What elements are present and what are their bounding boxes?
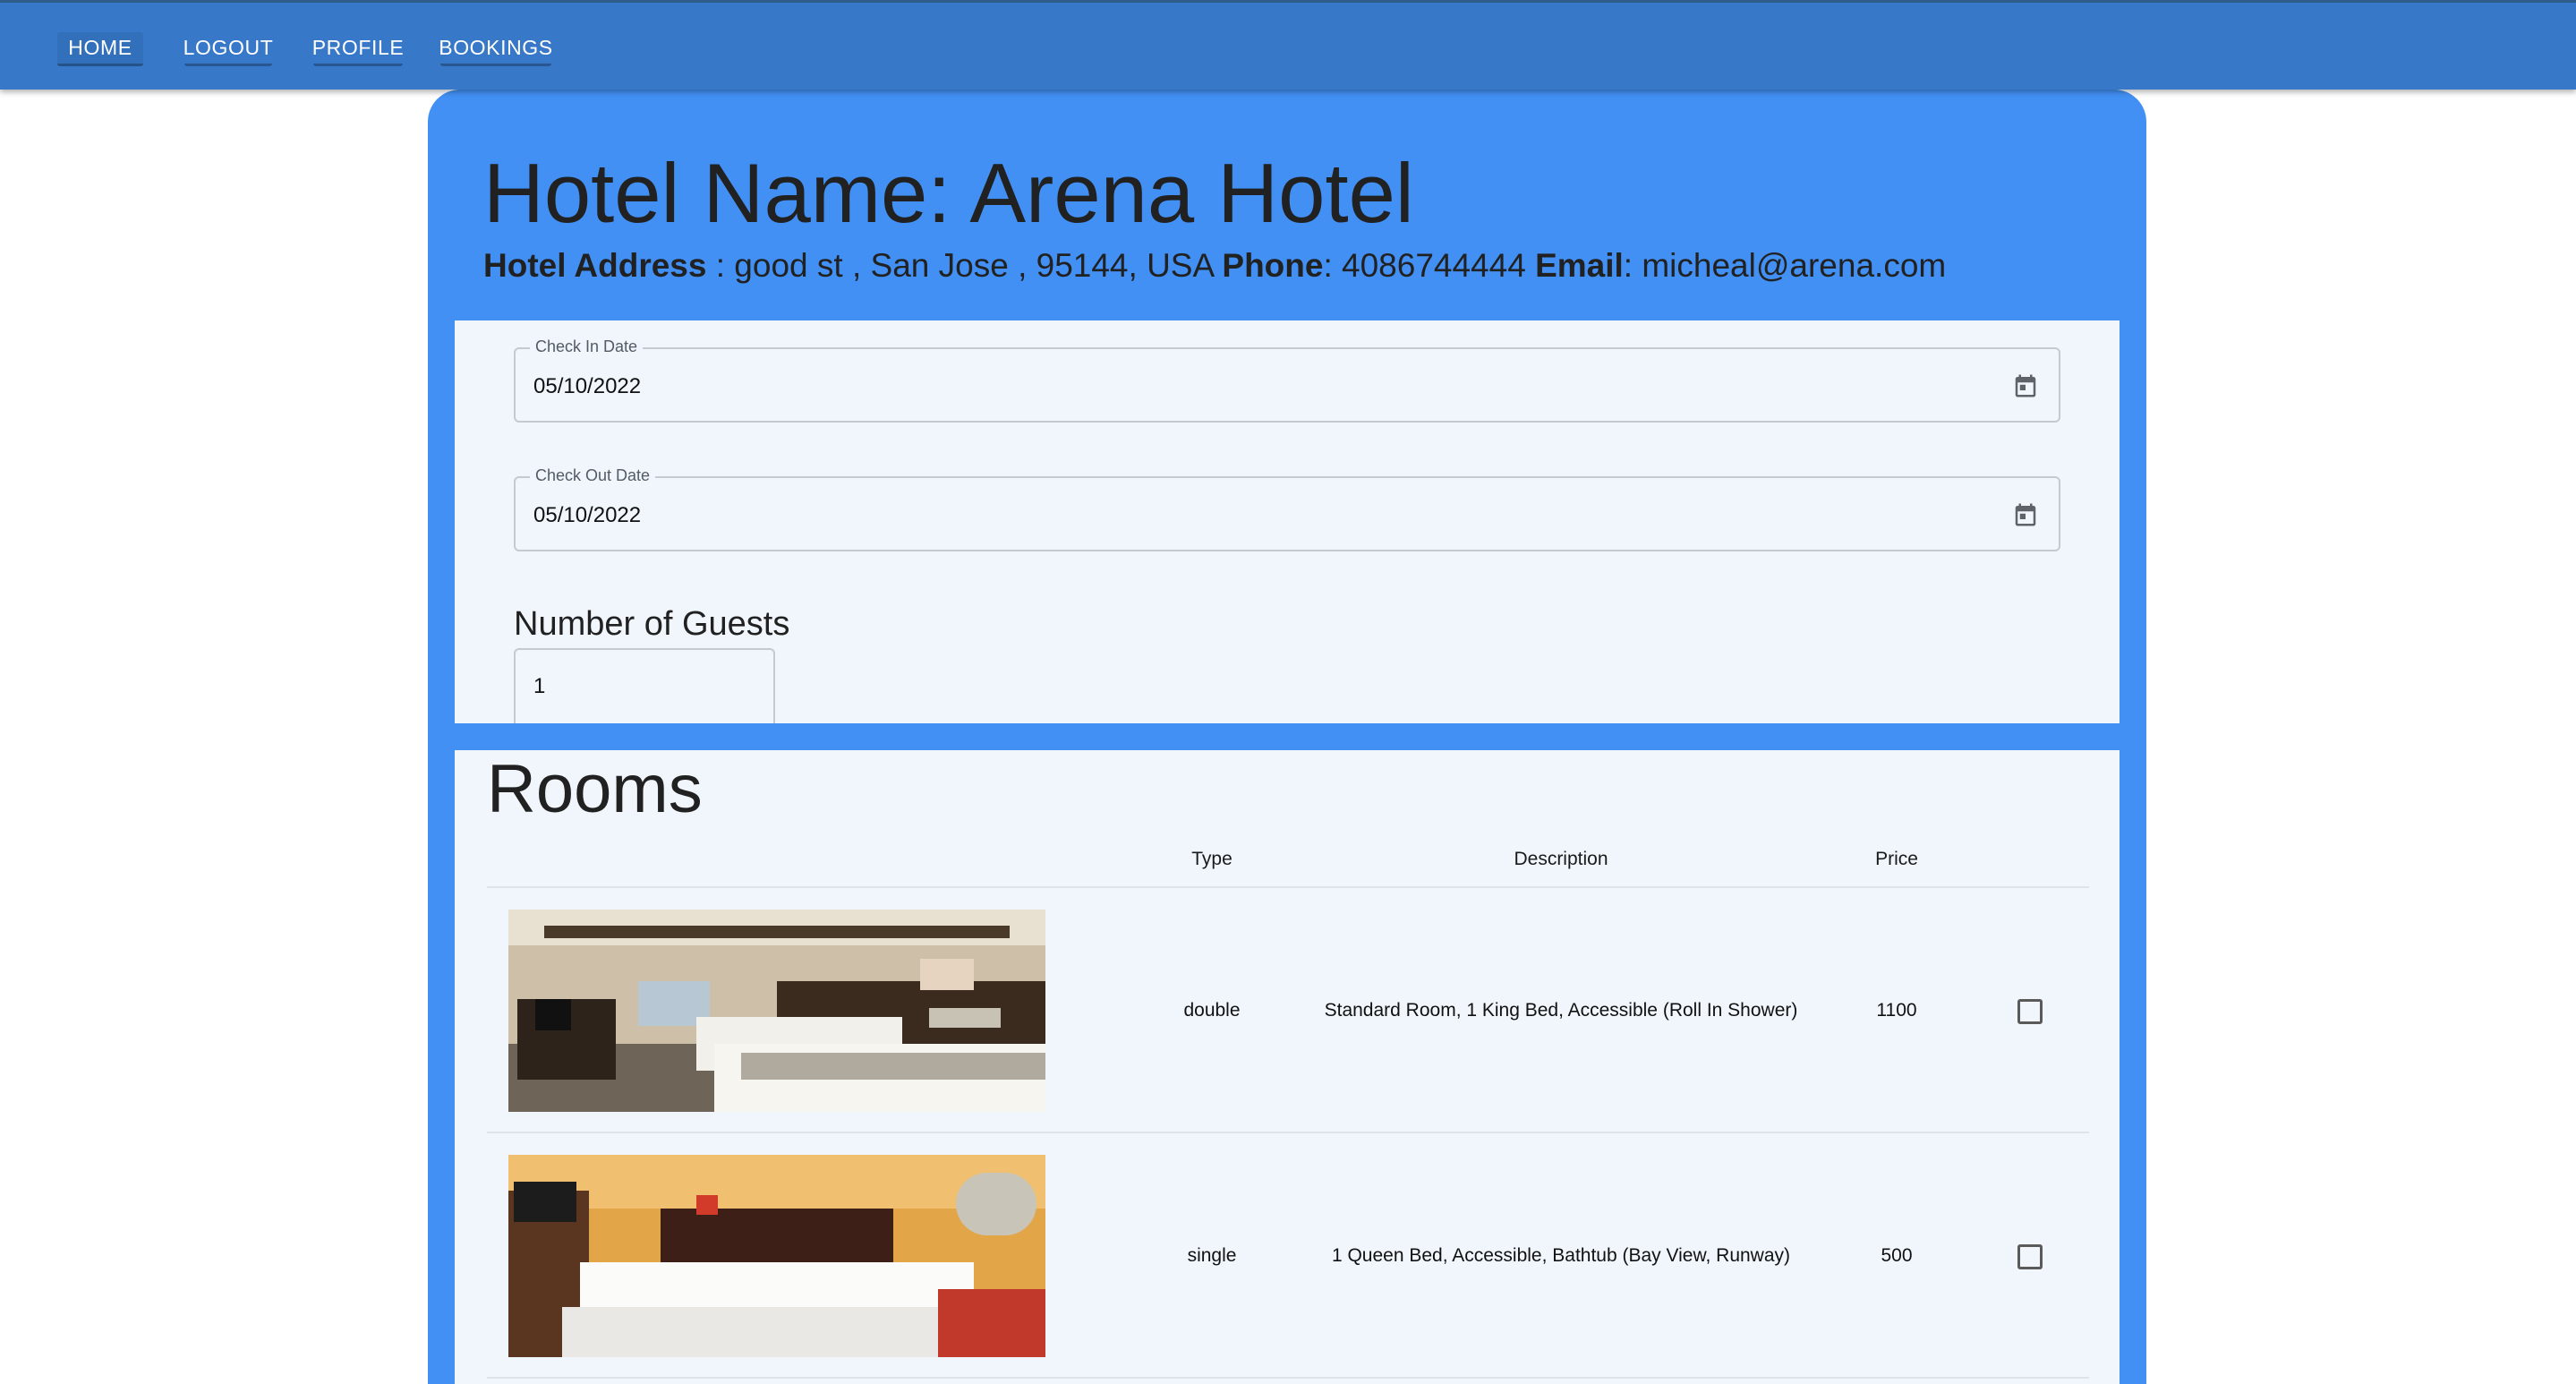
check-in-value[interactable]: 05/10/2022: [533, 374, 641, 399]
room-price: 500: [1881, 1245, 1913, 1266]
top-app-bar: HOME LOGOUT PROFILE BOOKINGS: [0, 0, 2576, 90]
room-price: 1100: [1876, 1000, 1917, 1021]
hotel-title: Hotel Name: Arena Hotel: [483, 146, 1414, 240]
guests-input[interactable]: [514, 648, 775, 723]
calendar-icon[interactable]: [2012, 371, 2039, 401]
column-header-price: Price: [1875, 849, 1918, 869]
address-label: Hotel Address: [483, 247, 707, 284]
select-room-checkbox[interactable]: [2017, 1244, 2043, 1269]
hotel-contact-info: Hotel Address : good st , San Jose , 951…: [483, 247, 1946, 285]
nav-profile-button[interactable]: PROFILE: [312, 32, 404, 66]
hotel-card: Hotel Name: Arena Hotel Hotel Address : …: [428, 90, 2146, 1384]
table-row: single 1 Queen Bed, Accessible, Bathtub …: [487, 1133, 2089, 1379]
rooms-title: Rooms: [487, 751, 703, 827]
nav-home-button[interactable]: HOME: [57, 32, 143, 66]
rooms-panel: Rooms Type Description Price double Stan…: [455, 750, 2120, 1384]
check-out-label: Check Out Date: [530, 466, 656, 485]
email-value: : micheal@arena.com: [1623, 247, 1947, 284]
guests-label: Number of Guests: [514, 605, 790, 643]
nav-logout-button[interactable]: LOGOUT: [183, 32, 273, 66]
check-in-date-field[interactable]: Check In Date 05/10/2022: [514, 337, 2060, 423]
check-in-label: Check In Date: [530, 337, 644, 356]
room-description: 1 Queen Bed, Accessible, Bathtub (Bay Vi…: [1331, 1245, 1791, 1266]
room-photo-single: [508, 1155, 1045, 1357]
check-out-date-field[interactable]: Check Out Date 05/10/2022: [514, 466, 2060, 551]
select-room-checkbox[interactable]: [2017, 999, 2043, 1024]
check-out-value[interactable]: 05/10/2022: [533, 503, 641, 528]
room-photo-double: [508, 910, 1045, 1112]
calendar-icon[interactable]: [2012, 500, 2039, 530]
room-description: Standard Room, 1 King Bed, Accessible (R…: [1324, 1000, 1798, 1021]
phone-value: : 4086744444: [1323, 247, 1536, 284]
column-header-type: Type: [1191, 849, 1233, 869]
booking-form: Check In Date 05/10/2022 Check Out Date …: [455, 320, 2120, 723]
address-value: : good st , San Jose , 95144, USA: [706, 247, 1223, 284]
phone-label: Phone: [1222, 247, 1324, 284]
table-row: double Standard Room, 1 King Bed, Access…: [487, 888, 2089, 1133]
nav-bookings-button[interactable]: BOOKINGS: [439, 32, 552, 66]
email-label: Email: [1535, 247, 1624, 284]
room-type: single: [1187, 1245, 1237, 1266]
room-type: double: [1183, 1000, 1241, 1021]
column-header-description: Description: [1514, 849, 1608, 869]
